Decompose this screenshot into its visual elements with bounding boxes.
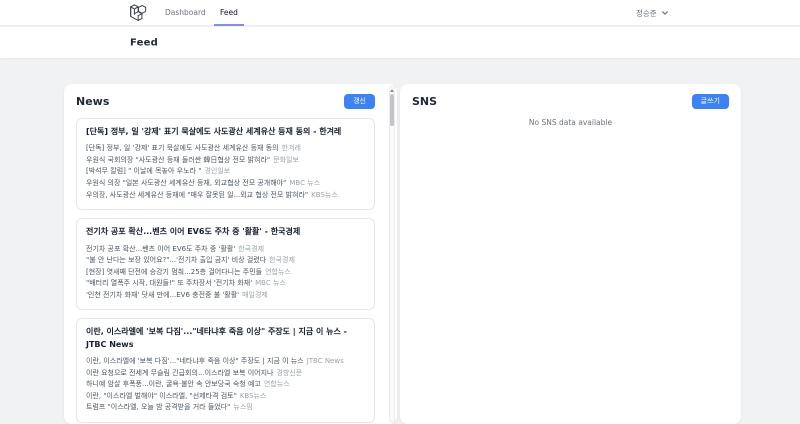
news-item-text: 이란, "이스라엘 벌해야" 이스라엘, "선제타격 검토"	[86, 391, 237, 400]
news-item-link[interactable]: 우원식 국회의장 "사도광산 등재 둘러싼 韓日협상 전모 밝혀라" 문화일보	[86, 155, 365, 167]
news-panel: News 갱신 [단독] 정부, 일 '강제' 표기 묵살에도 사도광산 세계유…	[64, 84, 397, 424]
laravel-logo-icon[interactable]	[130, 4, 147, 22]
page-title: Feed	[130, 37, 158, 48]
news-item-text: "불 안 난다는 보장 있어요?"...'전기차 출입 금지' 비상 걸렸다	[86, 256, 267, 265]
news-item-source: 경향신문	[276, 368, 303, 377]
news-scrollbar[interactable]	[389, 86, 395, 422]
page-header: Feed	[0, 27, 800, 58]
news-item-text: 우원식 의장 "일본 사도광산 세계유산 등재, 외교협상 전모 공개해야"	[86, 179, 287, 188]
sns-panel-header: SNS 글쓰기	[412, 92, 729, 110]
news-card-items: 전기차 공포 확산...벤츠 이어 EV6도 주차 중 '활활' 한국경제 "불 안…	[86, 244, 365, 302]
sns-panel: SNS 글쓰기 No SNS data available	[400, 84, 741, 424]
user-name: 정승준	[636, 8, 657, 18]
news-card: 이란, 이스라엘에 '보복 다짐'..."네타냐후 죽음 이상" 주장도 | 지…	[76, 318, 375, 423]
news-item-link[interactable]: "불 안 난다는 보장 있어요?"...'전기차 출입 금지' 비상 걸렸다 한국…	[86, 255, 365, 267]
news-item-source: JTBC News	[306, 357, 344, 366]
news-card-title[interactable]: [단독] 정부, 일 '강제' 표기 묵살에도 사도광산 세계유산 등재 동의 …	[86, 126, 365, 138]
news-item-link[interactable]: 전기차 공포 확산...벤츠 이어 EV6도 주차 중 '활활' 한국경제	[86, 244, 365, 256]
news-panel-title: News	[76, 94, 110, 108]
news-item-link[interactable]: 이란 요청으로 전세계 무슬림 긴급회의...이스라엘 보복 이어지나 경향신문	[86, 368, 365, 380]
news-item-link[interactable]: '인천 전기차 화재' 닷새 만에...EV6 충전중 불 '활활' 매일경제	[86, 290, 365, 302]
news-item-link[interactable]: 이란, 이스라엘에 '보복 다짐'..."네타냐후 죽음 이상" 주장도 | 지…	[86, 356, 365, 368]
news-item-text: 우원식 국회의장 "사도광산 등재 둘러싼 韓日협상 전모 밝혀라"	[86, 155, 271, 164]
news-item-text: "배터리 열폭주 시작, 대원들!" 또 주차장서 '전기차 화재'	[86, 279, 253, 288]
news-item-text: [박석무 칼럼] " 이날에 목놓아 우노라 "	[86, 167, 202, 176]
news-item-text: 전기차 공포 확산...벤츠 이어 EV6도 주차 중 '활활'	[86, 244, 236, 253]
news-item-link[interactable]: [단독] 정부, 일 '강제' 표기 묵살에도 사도광산 세계유산 등재 동의 한…	[86, 143, 365, 155]
news-item-link[interactable]: 이란, "이스라엘 벌해야" 이스라엘, "선제타격 검토" KBS뉴스	[86, 391, 365, 403]
sns-write-button[interactable]: 글쓰기	[691, 93, 729, 109]
news-item-source: 한국경제	[238, 244, 265, 253]
news-item-text: 이란, 이스라엘에 '보복 다짐'..."네타냐후 죽음 이상" 주장도 | 지…	[86, 357, 304, 366]
news-item-text: 트럼프 "이스라엘, 오늘 밤 공격받을 거라 들었다"	[86, 403, 231, 412]
news-item-source: 매일경제	[242, 290, 268, 299]
news-card: 전기차 공포 확산...벤츠 이어 EV6도 주차 중 '활활' - 한국경제 …	[76, 218, 375, 311]
news-item-text: 우의장, 사도광산 세계유산 등재에 "매우 잘못된 일...외교 협상 전모 …	[86, 190, 309, 199]
sns-panel-title: SNS	[412, 94, 438, 108]
news-item-link[interactable]: [박석무 칼럼] " 이날에 목놓아 우노라 " 경인일보	[86, 166, 365, 178]
news-card-items: [단독] 정부, 일 '강제' 표기 묵살에도 사도광산 세계유산 등재 동의 한…	[86, 143, 365, 201]
news-panel-header: News 갱신	[76, 92, 385, 110]
news-card-title[interactable]: 전기차 공포 확산...벤츠 이어 EV6도 주차 중 '활활' - 한국경제	[86, 226, 365, 238]
news-item-source: 연합뉴스	[265, 267, 291, 276]
nav-link-feed[interactable]: Feed	[214, 0, 244, 26]
news-item-source: 뉴스핌	[233, 403, 253, 412]
news-item-source: MBC 뉴스	[289, 179, 321, 188]
news-item-link[interactable]: 우의장, 사도광산 세계유산 등재에 "매우 잘못된 일...외교 협상 전모 …	[86, 190, 365, 202]
chevron-down-icon	[661, 11, 668, 15]
news-card-list: [단독] 정부, 일 '강제' 표기 묵살에도 사도광산 세계유산 등재 동의 …	[76, 118, 385, 423]
news-item-source: KBS뉴스	[311, 190, 338, 199]
news-item-text: '인천 전기차 화재' 닷새 만에...EV6 충전중 불 '활활'	[86, 290, 240, 299]
news-item-link[interactable]: 우원식 의장 "일본 사도광산 세계유산 등재, 외교협상 전모 공개해야" MB…	[86, 178, 365, 190]
news-item-source: 한국경제	[269, 256, 295, 265]
sns-empty-message: No SNS data available	[528, 118, 613, 127]
news-item-source: 한겨레	[281, 144, 301, 153]
nav-link-dashboard[interactable]: Dashboard	[165, 0, 206, 26]
news-item-link[interactable]: 하니예 암살 후폭풍...이란, 굴욕·불안 속 안보당국 숙청 예고 연합뉴스	[86, 379, 365, 391]
news-item-text: [현장] 엿새째 단전에 승강기 멈춰...25층 걸어다니는 주민들	[86, 267, 263, 276]
app-root: { "navbar": { "links": [ { "label": "Das…	[0, 0, 800, 424]
news-item-source: 문화일보	[273, 155, 299, 164]
top-navbar: Dashboard Feed 정승준	[0, 0, 800, 26]
news-item-link[interactable]: [현장] 엿새째 단전에 승강기 멈춰...25층 걸어다니는 주민들 연합뉴스	[86, 267, 365, 279]
news-card-title[interactable]: 이란, 이스라엘에 '보복 다짐'..."네타냐후 죽음 이상" 주장도 | 지…	[86, 326, 365, 351]
news-item-text: 이란 요청으로 전세계 무슬림 긴급회의...이스라엘 보복 이어지나	[86, 368, 274, 377]
scroll-up-arrow-icon[interactable]	[390, 89, 394, 92]
news-item-text: 하니예 암살 후폭풍...이란, 굴욕·불안 속 안보당국 숙청 예고	[86, 380, 261, 389]
user-dropdown-button[interactable]: 정승준	[636, 0, 669, 26]
news-card: [단독] 정부, 일 '강제' 표기 묵살에도 사도광산 세계유산 등재 동의 …	[76, 118, 375, 211]
news-item-source: 경인일보	[204, 167, 231, 176]
news-item-source: KBS뉴스	[239, 391, 267, 400]
news-item-source: MBC 뉴스	[255, 279, 286, 288]
news-card-items: 이란, 이스라엘에 '보복 다짐'..."네타냐후 죽음 이상" 주장도 | 지…	[86, 356, 365, 414]
news-item-text: [단독] 정부, 일 '강제' 표기 묵살에도 사도광산 세계유산 등재 동의	[86, 144, 279, 153]
news-item-link[interactable]: "배터리 열폭주 시작, 대원들!" 또 주차장서 '전기차 화재' MBC 뉴스	[86, 278, 365, 290]
news-item-source: 연합뉴스	[263, 380, 290, 389]
news-scrollbar-thumb[interactable]	[390, 94, 394, 126]
news-item-link[interactable]: 트럼프 "이스라엘, 오늘 밤 공격받을 거라 들었다" 뉴스핌	[86, 402, 365, 414]
news-refresh-button[interactable]: 갱신	[344, 93, 375, 109]
